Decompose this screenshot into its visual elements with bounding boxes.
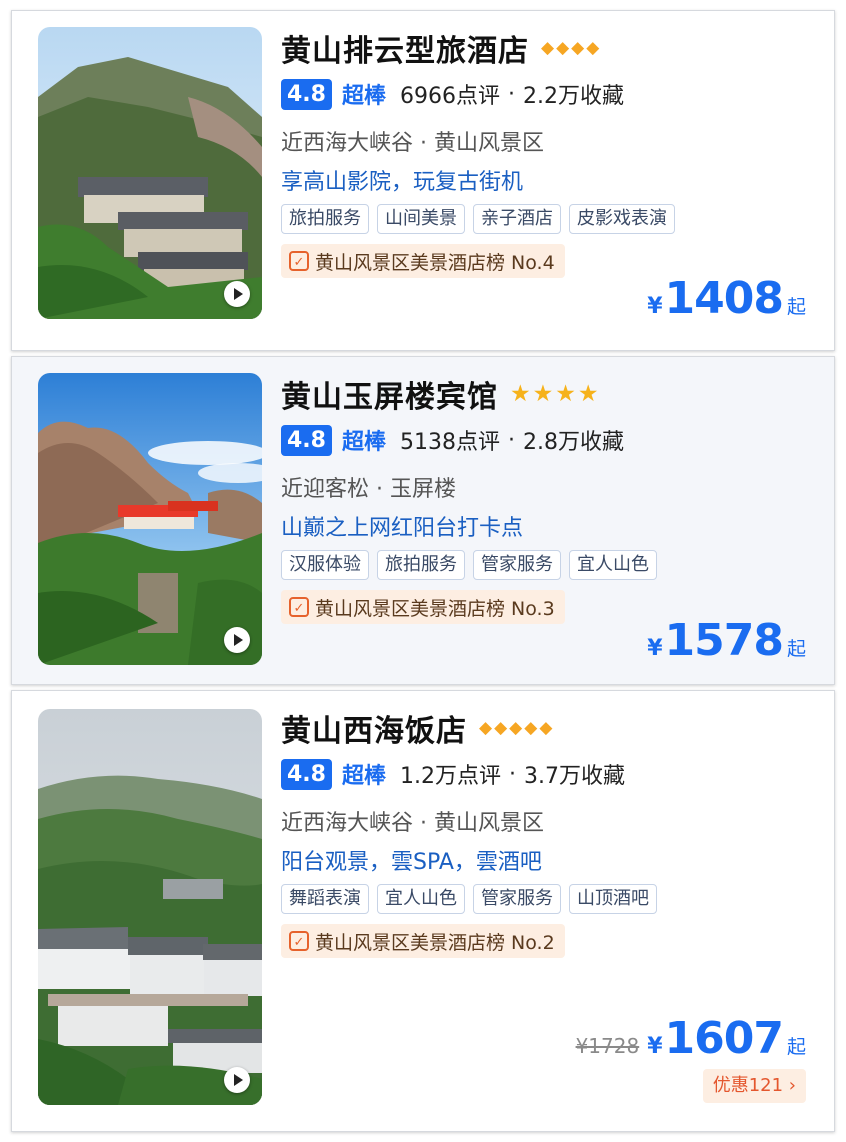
hotel-card-1[interactable]: 黄山排云型旅酒店 ◆ ◆ ◆ ◆ 4.8 超棒 6966点评 · 2.2万收藏 … (11, 10, 835, 351)
diamond-icon: ◆ (541, 37, 555, 58)
diamond-icon: ◆ (524, 717, 538, 738)
diamond-icon: ◆ (539, 717, 553, 738)
tag: 亲子酒店 (473, 204, 561, 234)
diamond-icon: ◆ (586, 37, 600, 58)
tag: 宜人山色 (569, 550, 657, 580)
separator: · (508, 81, 515, 107)
score-badge: 4.8 (281, 758, 332, 790)
diamond-icon: ◆ (509, 717, 523, 738)
price: ¥ 1408 起 (647, 273, 806, 324)
diamond-icon: ◆ (494, 717, 508, 738)
star-icon: ★ (532, 380, 554, 407)
favorite-count: 3.7万收藏 (524, 764, 625, 789)
currency-symbol: ¥ (647, 636, 663, 661)
diamond-icon: ◆ (556, 37, 570, 58)
price: ¥1728 ¥ 1607 起 (576, 1013, 806, 1064)
price-suffix: 起 (786, 1036, 806, 1058)
hotel-location: 近西海大峡谷 · 黄山风景区 (281, 131, 544, 156)
tag: 管家服务 (473, 884, 561, 914)
hotel-card-2[interactable]: 黄山玉屏楼宾馆 ★ ★ ★ ★ 4.8 超棒 5138点评 · 2.8万收藏 近… (11, 356, 835, 685)
hotel-photo[interactable] (38, 709, 262, 1105)
currency-symbol: ¥ (647, 294, 663, 319)
separator: · (508, 427, 515, 453)
hotel-info: 黄山西海饭店 ◆ ◆ ◆ ◆ ◆ 4.8 超棒 1.2万点评 · 3.7万收藏 … (281, 705, 814, 958)
hotel-grade: ◆ ◆ ◆ ◆ ◆ (479, 717, 553, 738)
play-video-icon[interactable] (224, 627, 250, 653)
star-icon: ★ (555, 380, 576, 407)
hotel-name[interactable]: 黄山玉屏楼宾馆 (281, 372, 498, 416)
tag-list: 旅拍服务 山间美景 亲子酒店 皮影戏表演 (281, 204, 814, 234)
favorite-count: 2.2万收藏 (523, 84, 624, 109)
hotel-photo-image (38, 709, 262, 1105)
tag: 宜人山色 (377, 884, 465, 914)
price-amount: 1607 (664, 1013, 784, 1064)
ranking-badge[interactable]: ✓ 黄山风景区美景酒店榜 No.3 (281, 590, 565, 624)
hotel-photo-image (38, 27, 262, 319)
review-count[interactable]: 6966点评 (400, 78, 500, 110)
price-amount: 1408 (664, 273, 784, 324)
hotel-card-3[interactable]: 黄山西海饭店 ◆ ◆ ◆ ◆ ◆ 4.8 超棒 1.2万点评 · 3.7万收藏 … (11, 690, 835, 1132)
ranking-icon: ✓ (289, 597, 309, 617)
tag: 皮影戏表演 (569, 204, 675, 234)
ranking-badge[interactable]: ✓ 黄山风景区美景酒店榜 No.4 (281, 244, 565, 278)
favorite-count: 2.8万收藏 (523, 430, 624, 455)
hotel-location: 近西海大峡谷 · 黄山风景区 (281, 811, 544, 836)
ranking-label: 黄山风景区美景酒店榜 No.3 (315, 597, 555, 620)
tag: 汉服体验 (281, 550, 369, 580)
score-level: 超棒 (341, 430, 386, 455)
separator: · (509, 761, 516, 787)
tag: 管家服务 (473, 550, 561, 580)
ranking-badge[interactable]: ✓ 黄山风景区美景酒店榜 No.2 (281, 924, 565, 958)
hotel-highlight: 享高山影院，玩复古街机 (281, 170, 524, 195)
ranking-label: 黄山风景区美景酒店榜 No.4 (315, 251, 555, 274)
tag-list: 汉服体验 旅拍服务 管家服务 宜人山色 (281, 550, 814, 580)
ranking-icon: ✓ (289, 251, 309, 271)
hotel-info: 黄山玉屏楼宾馆 ★ ★ ★ ★ 4.8 超棒 5138点评 · 2.8万收藏 近… (281, 371, 814, 624)
hotel-highlight: 山巅之上网红阳台打卡点 (281, 516, 524, 541)
hotel-location: 近迎客松 · 玉屏楼 (281, 477, 456, 502)
hotel-photo[interactable] (38, 27, 262, 319)
price-suffix: 起 (786, 296, 806, 318)
score-badge: 4.8 (281, 78, 332, 110)
hotel-name[interactable]: 黄山排云型旅酒店 (281, 26, 529, 70)
ranking-icon: ✓ (289, 931, 309, 951)
review-count[interactable]: 1.2万点评 (400, 758, 501, 790)
tag: 山间美景 (377, 204, 465, 234)
price-suffix: 起 (786, 638, 806, 660)
discount-button[interactable]: 优惠121 › (702, 1069, 806, 1103)
original-price: ¥1728 (575, 1034, 640, 1058)
hotel-grade: ★ ★ ★ ★ (510, 380, 599, 407)
price-amount: 1578 (664, 615, 784, 666)
diamond-icon: ◆ (479, 717, 493, 738)
tag-list: 舞蹈表演 宜人山色 管家服务 山顶酒吧 (281, 884, 814, 914)
hotel-photo[interactable] (38, 373, 262, 665)
tag: 舞蹈表演 (281, 884, 369, 914)
diamond-icon: ◆ (571, 37, 585, 58)
star-icon: ★ (510, 380, 531, 407)
star-icon: ★ (577, 380, 599, 407)
play-video-icon[interactable] (224, 281, 250, 307)
hotel-grade: ◆ ◆ ◆ ◆ (541, 37, 600, 58)
score-badge: 4.8 (281, 424, 332, 456)
currency-symbol: ¥ (647, 1034, 663, 1059)
ranking-label: 黄山风景区美景酒店榜 No.2 (315, 931, 555, 954)
hotel-info: 黄山排云型旅酒店 ◆ ◆ ◆ ◆ 4.8 超棒 6966点评 · 2.2万收藏 … (281, 25, 814, 278)
price: ¥ 1578 起 (647, 615, 806, 666)
hotel-name[interactable]: 黄山西海饭店 (281, 706, 467, 750)
play-video-icon[interactable] (224, 1067, 250, 1093)
tag: 山顶酒吧 (569, 884, 657, 914)
hotel-photo-image (38, 373, 262, 665)
score-level: 超棒 (341, 84, 386, 109)
score-level: 超棒 (341, 764, 386, 789)
tag: 旅拍服务 (281, 204, 369, 234)
review-count[interactable]: 5138点评 (400, 424, 500, 456)
hotel-highlight: 阳台观景，雲SPA，雲酒吧 (281, 850, 542, 875)
tag: 旅拍服务 (377, 550, 465, 580)
